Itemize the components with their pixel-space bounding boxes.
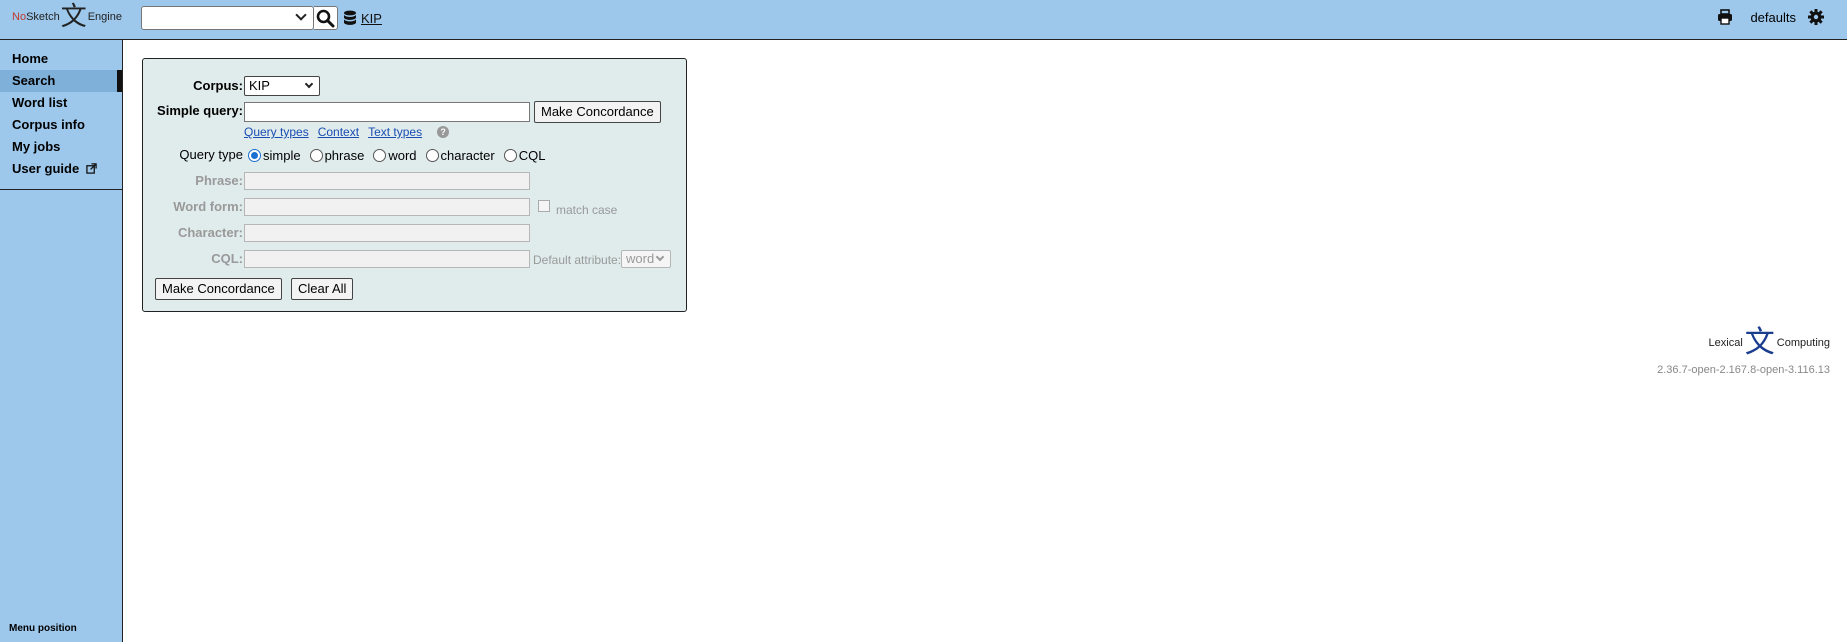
chevron-down-icon [295, 9, 307, 21]
logo-sketch-text: Sketch [26, 11, 60, 23]
radio-label-phrase: phrase [324, 148, 365, 163]
menu-position-toggle[interactable]: Menu position [9, 623, 77, 634]
radio-character[interactable] [425, 149, 439, 162]
database-icon [344, 10, 356, 25]
radio-label-character: character [440, 148, 495, 163]
text-types-link[interactable]: Text types [368, 125, 422, 139]
gear-icon[interactable] [1808, 9, 1824, 25]
clear-all-button[interactable]: Clear All [291, 278, 354, 300]
sidebar: Home Search Word list Corpus info My job… [0, 40, 123, 642]
corpus-select-value: KIP [249, 78, 270, 93]
sidebar-item-word-list[interactable]: Word list [0, 92, 122, 114]
version-text: 2.36.7-open-2.167.8-open-3.116.13 [1657, 364, 1830, 376]
default-attribute-label: Default attribute: [533, 253, 622, 267]
radio-label-simple: simple [263, 148, 301, 163]
lc-logo-glyph: 文 [1744, 325, 1775, 360]
lc-logo-left-text: Lexical [1708, 337, 1743, 349]
printer-icon[interactable] [1717, 9, 1733, 25]
phrase-input[interactable] [244, 172, 530, 190]
simple-query-input[interactable] [244, 102, 530, 122]
lc-logo-right-text: Computing [1776, 337, 1830, 349]
match-case-checkbox[interactable] [538, 200, 550, 212]
search-form-panel: Corpus: KIP Simple query: Make Concordan… [142, 58, 687, 312]
phrase-label: Phrase: [195, 173, 243, 188]
lexical-computing-logo[interactable]: Lexical 文 Computing [1709, 328, 1830, 358]
search-icon [316, 9, 335, 28]
sidebar-item-user-guide[interactable]: User guide [0, 158, 122, 180]
corpus-label: Corpus: [193, 78, 243, 93]
default-attribute-value: word [626, 251, 655, 266]
noskete-engine-logo[interactable]: No Sketch 文 Engine [12, 2, 122, 32]
radio-simple[interactable] [248, 149, 261, 162]
word-form-input[interactable] [244, 198, 530, 216]
cql-input[interactable] [244, 250, 530, 268]
corpus-select[interactable]: KIP [244, 76, 320, 96]
topbar-right: defaults [1717, 9, 1847, 25]
query-type-label: Query type [179, 147, 243, 162]
cql-label: CQL: [211, 251, 243, 266]
character-label: Character: [177, 225, 243, 240]
make-concordance-button-top[interactable]: Make Concordance [534, 101, 661, 123]
make-concordance-button-bottom[interactable]: Make Concordance [155, 278, 282, 300]
chevron-down-icon [655, 252, 665, 262]
radio-phrase[interactable] [309, 149, 323, 162]
logo-engine-text: Engine [87, 11, 122, 23]
sidebar-item-search[interactable]: Search [0, 70, 122, 92]
radio-word[interactable] [373, 149, 387, 162]
sidebar-item-label: Search [12, 73, 56, 88]
logo-no-text: No [12, 11, 27, 23]
context-link[interactable]: Context [318, 125, 359, 139]
query-type-radios: simple phrase word character CQL [248, 148, 554, 163]
sidebar-item-label: Home [12, 51, 49, 66]
logo-glyph: 文 [60, 2, 87, 32]
corpus-link-text[interactable]: KIP [361, 11, 382, 26]
radio-cql[interactable] [503, 149, 517, 162]
chevron-down-icon [304, 79, 314, 89]
radio-label-cql: CQL [518, 148, 546, 163]
word-form-label: Word form: [173, 199, 243, 214]
sidebar-item-my-jobs[interactable]: My jobs [0, 136, 122, 158]
default-attribute-select[interactable]: word [621, 250, 671, 268]
character-input[interactable] [244, 224, 530, 242]
sidebar-item-corpus-info[interactable]: Corpus info [0, 114, 122, 136]
search-button[interactable] [314, 6, 338, 30]
match-case-label: match case [556, 203, 618, 217]
sidebar-item-label: Word list [12, 95, 68, 110]
sidebar-item-label: Corpus info [12, 117, 85, 132]
sidebar-item-label: My jobs [12, 139, 61, 154]
top-bar: No Sketch 文 Engine KIP defaults [0, 0, 1847, 40]
corpus-search-select[interactable] [141, 6, 314, 30]
sidebar-item-label: User guide [12, 161, 80, 176]
help-icon[interactable]: ? [437, 126, 450, 138]
defaults-link[interactable]: defaults [1750, 10, 1796, 25]
simple-query-label: Simple query: [157, 103, 243, 118]
sidebar-divider [0, 189, 122, 190]
radio-label-word: word [388, 148, 417, 163]
external-link-icon [86, 163, 97, 174]
form-links: Query types Context Text types ? [244, 125, 450, 139]
query-types-link[interactable]: Query types [244, 125, 309, 139]
sidebar-item-home[interactable]: Home [0, 48, 122, 70]
current-corpus-link[interactable]: KIP [343, 10, 382, 26]
